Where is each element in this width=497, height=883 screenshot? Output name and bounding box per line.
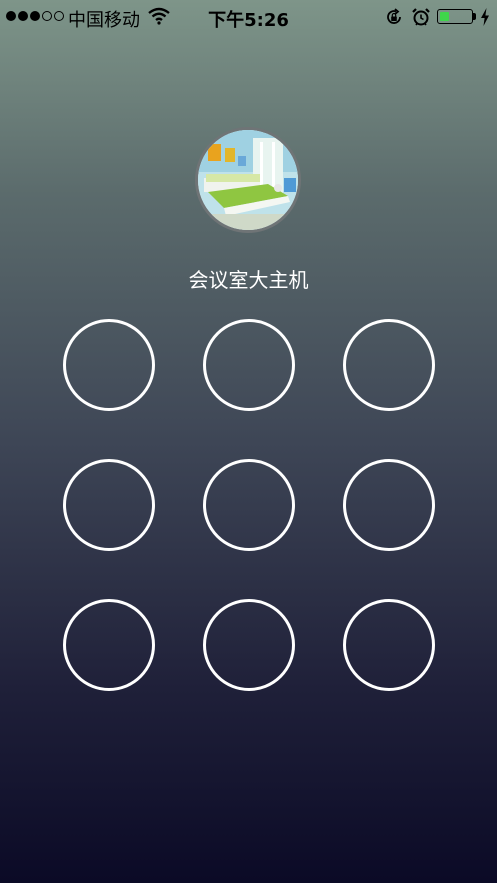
pattern-node-6[interactable] xyxy=(343,459,435,551)
pattern-node-8[interactable] xyxy=(203,599,295,691)
pattern-node-4[interactable] xyxy=(63,459,155,551)
pattern-node-5[interactable] xyxy=(203,459,295,551)
pattern-node-1[interactable] xyxy=(63,319,155,411)
pattern-node-3[interactable] xyxy=(343,319,435,411)
pattern-node-9[interactable] xyxy=(343,599,435,691)
pattern-node-7[interactable] xyxy=(63,599,155,691)
pattern-node-2[interactable] xyxy=(203,319,295,411)
pattern-lock-grid xyxy=(0,0,497,883)
